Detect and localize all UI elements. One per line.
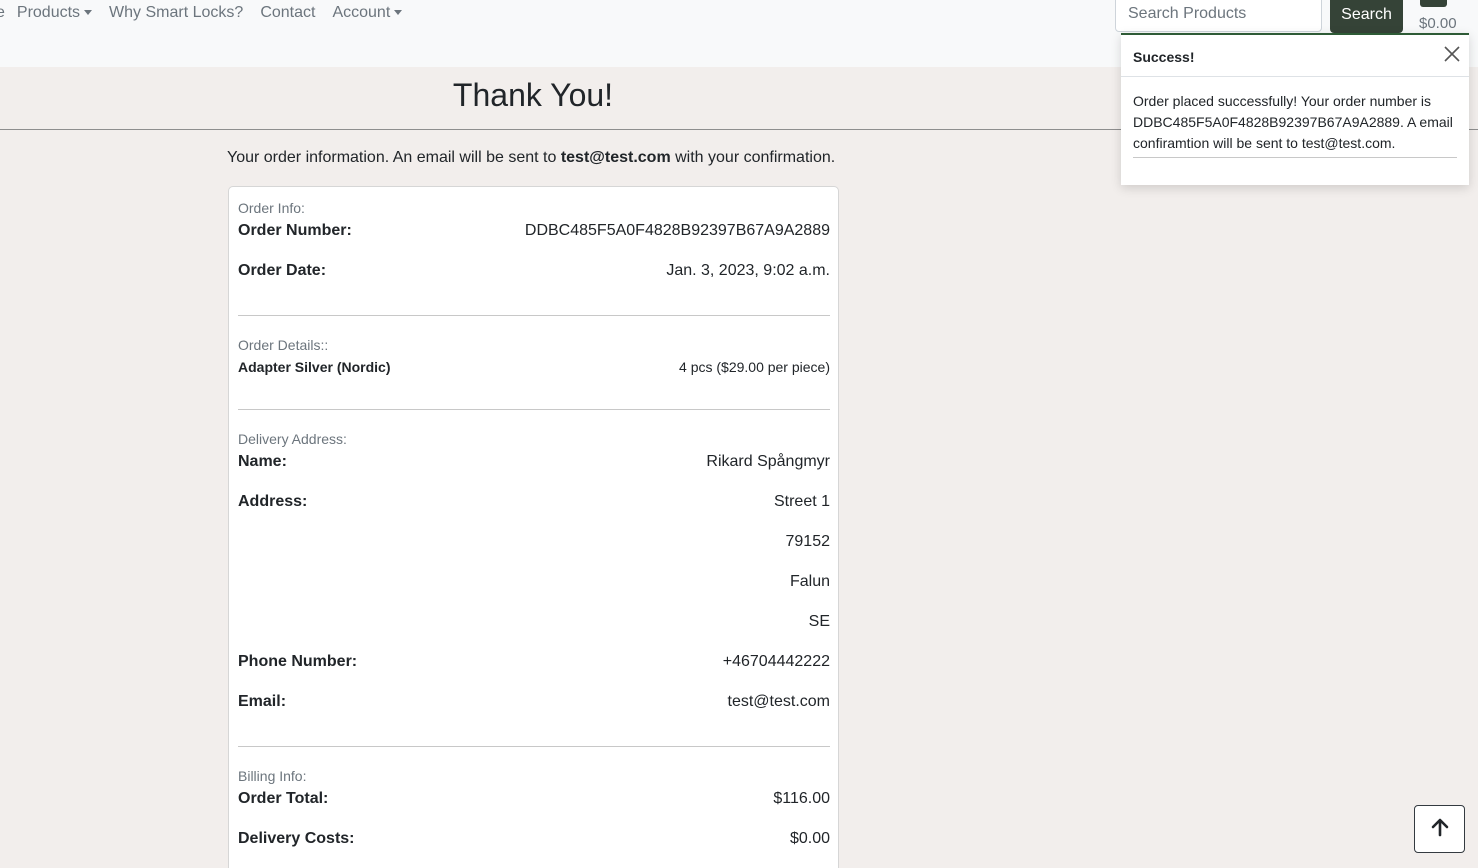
nav-links: e Products Why Smart Locks? Contact Acco… — [0, 4, 419, 22]
nav-item-home[interactable]: e — [0, 4, 5, 22]
search-button[interactable]: Search — [1330, 0, 1403, 33]
order-date-value: Jan. 3, 2023, 9:02 a.m. — [666, 262, 830, 279]
order-item-name: Adapter Silver (Nordic) — [238, 359, 391, 375]
delivery-postcode-row: 79152 — [238, 533, 831, 551]
nav-item-products[interactable]: Products — [16, 4, 93, 22]
delivery-street: Street 1 — [773, 493, 830, 510]
delivery-postcode: 79152 — [785, 533, 831, 550]
delivery-country: SE — [808, 613, 830, 630]
chevron-down-icon — [394, 9, 403, 15]
back-to-top-button[interactable] — [1414, 805, 1465, 853]
delivery-phone-row: Phone Number: +46704442222 — [238, 653, 830, 671]
intro-suffix: with your confirmation. — [670, 149, 836, 166]
order-number-row: Order Number: DDBC485F5A0F4828B92397B67A… — [238, 222, 830, 240]
delivery-costs-key: Delivery Costs: — [238, 830, 355, 847]
divider — [238, 746, 830, 747]
delivery-name-value: Rikard Spångmyr — [706, 453, 830, 470]
order-date-key: Order Date: — [238, 262, 327, 279]
order-total-key: Order Total: — [238, 790, 329, 807]
delivery-costs-value: $0.00 — [789, 830, 830, 847]
order-item-row: Adapter Silver (Nordic) 4 pcs ($29.00 pe… — [238, 359, 830, 375]
delivery-costs-row: Delivery Costs: $0.00 — [238, 830, 830, 848]
shopping-cart-icon[interactable] — [1420, 0, 1447, 7]
cart-total[interactable]: $0.00 — [1419, 15, 1457, 32]
delivery-email-key: Email: — [238, 693, 287, 710]
billing-info-label: Billing Info: — [238, 768, 307, 784]
page-title: Thank You! — [452, 77, 614, 113]
arrow-up-icon — [1430, 817, 1450, 842]
toast-header: Success! — [1121, 35, 1469, 77]
nav-item-label: Account — [332, 4, 391, 21]
nav-item-label: Contact — [260, 4, 316, 21]
delivery-email-row: Email: test@test.com — [238, 693, 830, 711]
delivery-phone-key: Phone Number: — [238, 653, 358, 670]
divider — [238, 409, 830, 410]
nav-item-label: Why Smart Locks? — [109, 4, 244, 21]
order-item-quantity: 4 pcs ($29.00 per piece) — [679, 359, 830, 375]
nav-item-contact[interactable]: Contact — [260, 4, 315, 22]
nav-item-label: Products — [16, 4, 81, 21]
delivery-name-key: Name: — [238, 453, 287, 470]
intro-prefix: Your order information. An email will be… — [227, 149, 561, 166]
intro-email: test@test.com — [560, 149, 671, 166]
nav-item-why-smart-locks[interactable]: Why Smart Locks? — [109, 4, 243, 22]
nav-item-account[interactable]: Account — [332, 4, 403, 22]
delivery-address-row: Address: Street 1 — [238, 493, 830, 511]
order-summary-card: Order Info: Order Number: DDBC485F5A0F48… — [228, 186, 839, 868]
toast-message: Order placed successfully! Your order nu… — [1133, 93, 1453, 151]
delivery-email-value: test@test.com — [727, 693, 831, 710]
delivery-address-label: Delivery Address: — [238, 431, 347, 447]
delivery-address-key: Address: — [238, 493, 308, 510]
success-toast: Success! Order placed successfully! Your… — [1121, 33, 1469, 185]
divider — [238, 315, 830, 316]
search-input[interactable] — [1115, 0, 1322, 32]
toast-divider — [1133, 157, 1457, 158]
order-total-row: Order Total: $116.00 — [238, 790, 830, 808]
order-info-label: Order Info: — [238, 200, 305, 216]
order-intro-text: Your order information. An email will be… — [227, 149, 835, 167]
toast-title: Success! — [1133, 49, 1195, 65]
delivery-city: Falun — [789, 573, 830, 590]
order-number-value: DDBC485F5A0F4828B92397B67A9A2889 — [524, 222, 830, 239]
close-icon[interactable] — [1443, 45, 1461, 63]
delivery-country-row: SE — [238, 613, 830, 631]
order-number-key: Order Number: — [238, 222, 352, 239]
chevron-down-icon — [84, 9, 93, 15]
order-total-value: $116.00 — [773, 790, 830, 807]
order-date-row: Order Date: Jan. 3, 2023, 9:02 a.m. — [238, 262, 830, 280]
delivery-city-row: Falun — [238, 573, 830, 591]
delivery-phone-value: +46704442222 — [722, 653, 830, 670]
order-details-label: Order Details:: — [238, 337, 329, 353]
delivery-name-row: Name: Rikard Spångmyr — [238, 453, 830, 471]
